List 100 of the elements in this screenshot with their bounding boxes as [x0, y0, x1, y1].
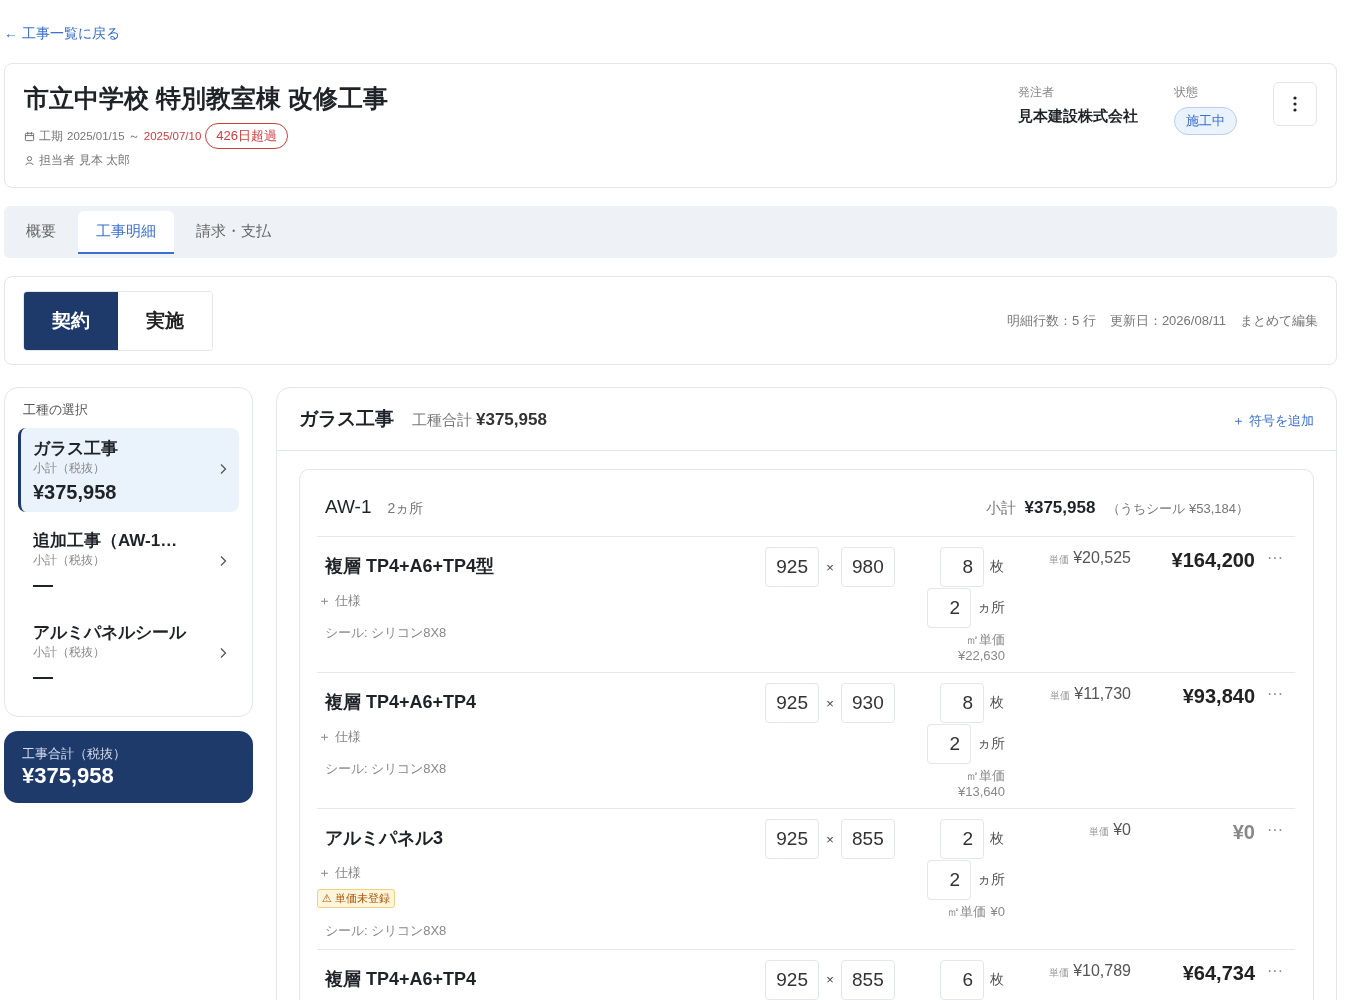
line-total: ¥64,734: [1181, 961, 1255, 985]
back-link[interactable]: ← 工事一覧に戻る: [4, 25, 120, 43]
item-name: 複層 TP4+A6+TP4: [325, 692, 477, 714]
places-input[interactable]: 2: [927, 860, 971, 901]
sqm-price-label: ㎡単価: [966, 768, 1005, 784]
status-badge: 施工中: [1174, 107, 1237, 135]
height-input[interactable]: 855: [840, 959, 895, 1000]
row-menu-button[interactable]: ···: [1255, 549, 1295, 567]
category-item[interactable]: アルミパネルシール 小計（税抜） —: [18, 612, 239, 696]
line-total: ¥0: [1231, 821, 1255, 845]
tab[interactable]: 請求・支払: [178, 210, 289, 254]
unit-price-label: 単価: [1089, 825, 1110, 840]
seal-spec: シール: シリコン8X8: [325, 623, 447, 642]
unit-price: ¥20,525: [1073, 549, 1131, 567]
subtotal-label: 小計（税抜）: [33, 644, 105, 661]
item-name: 複層 TP4+A6+TP4: [325, 968, 477, 991]
seal-spec: シール: シリコン8X8: [325, 921, 447, 940]
group-subtotal-label: 小計: [986, 499, 1017, 518]
mode-button[interactable]: 契約: [24, 291, 118, 350]
group-subtotal: ¥375,958: [1024, 498, 1096, 518]
add-spec-link[interactable]: ＋ 仕様: [318, 727, 361, 746]
chevron-right-icon: [219, 554, 227, 567]
period-start: 2025/01/15 ～: [67, 128, 140, 144]
count-unit: 枚: [990, 558, 1005, 576]
count-unit: 枚: [990, 830, 1005, 849]
times-sign: ×: [826, 559, 834, 575]
width-input[interactable]: 925: [765, 683, 820, 724]
times-sign: ×: [826, 972, 834, 988]
updated-date: 更新日：2026/08/11: [1109, 311, 1226, 330]
height-input[interactable]: 930: [840, 683, 895, 724]
tab[interactable]: 概要: [8, 210, 74, 254]
add-spec-link[interactable]: ＋ 仕様: [318, 863, 361, 882]
category-amount: ¥375,958: [33, 481, 118, 504]
item-name: アルミパネル3: [325, 828, 443, 850]
width-input[interactable]: 925: [765, 819, 820, 860]
project-title: 市立中学校 特別教室棟 改修工事: [24, 83, 388, 114]
height-input[interactable]: 855: [840, 819, 895, 860]
item-name: 複層 TP4+A6+TP4型: [325, 556, 495, 578]
status-label: 状態: [1174, 84, 1199, 101]
unit-price-label: 単価: [1050, 689, 1071, 704]
row-menu-button[interactable]: ···: [1255, 685, 1295, 704]
times-sign: ×: [826, 831, 834, 847]
row-count: 明細行数：5 行: [1007, 311, 1096, 330]
unit-price: ¥0: [1113, 821, 1131, 840]
subtotal-label: 小計（税抜）: [33, 552, 105, 569]
category-total-label: 工種合計: [412, 411, 472, 430]
count-input[interactable]: 8: [940, 547, 984, 587]
count-unit: 枚: [990, 694, 1005, 713]
tab[interactable]: 工事明細: [78, 210, 174, 254]
category-name: 追加工事（AW-1…: [33, 530, 179, 552]
seal-note: （うちシール ¥53,184）: [1107, 500, 1249, 518]
client-name: 見本建設株式会社: [1018, 107, 1138, 126]
sqm-price-label: ㎡単価: [966, 632, 1005, 648]
chevron-right-icon: [219, 462, 227, 475]
manager-name: 見本 太郎: [79, 153, 131, 168]
client-label: 発注者: [1018, 84, 1055, 101]
count-input[interactable]: 2: [940, 819, 984, 860]
more-menu-button[interactable]: [1273, 82, 1317, 126]
category-amount: —: [33, 573, 54, 596]
sqm-price-label: ㎡単価: [946, 904, 986, 920]
unit-price-label: 単価: [1049, 553, 1070, 567]
panel-title: ガラス工事: [299, 407, 394, 431]
places-input[interactable]: 2: [927, 724, 971, 765]
unit-price: ¥10,789: [1073, 961, 1131, 980]
count-input[interactable]: 8: [940, 683, 984, 724]
seal-spec: シール: シリコン8X8: [325, 759, 447, 778]
sqm-price: ¥13,640: [958, 783, 1005, 800]
category-name: ガラス工事: [33, 438, 119, 460]
category-amount: —: [33, 665, 54, 688]
count-unit: 枚: [990, 970, 1005, 989]
category-list-title: 工種の選択: [23, 402, 89, 419]
line-total: ¥93,840: [1181, 685, 1255, 709]
warning-badge: ⚠ 単価未登録: [317, 888, 395, 908]
line-total: ¥164,200: [1170, 549, 1255, 572]
places-unit: ヵ所: [977, 599, 1005, 617]
add-code-link[interactable]: ＋ 符号を追加: [1232, 412, 1314, 430]
count-input[interactable]: 6: [940, 959, 984, 1000]
sqm-price: ¥22,630: [958, 647, 1005, 664]
width-input[interactable]: 925: [765, 959, 820, 1000]
unit-price-label: 単価: [1049, 965, 1070, 980]
places-input[interactable]: 2: [927, 588, 971, 628]
menu-icon: [1293, 96, 1297, 112]
bulk-edit-link[interactable]: まとめて編集: [1240, 311, 1318, 330]
sqm-price: ¥0: [990, 904, 1005, 920]
unit-price: ¥11,730: [1074, 685, 1131, 704]
add-spec-link[interactable]: ＋ 仕様: [318, 591, 361, 610]
height-input[interactable]: 980: [840, 547, 895, 587]
row-menu-button[interactable]: ···: [1255, 961, 1295, 980]
calendar-icon: [24, 130, 35, 142]
category-name: アルミパネルシール: [33, 622, 188, 644]
total-amount: ¥375,958: [22, 763, 115, 789]
group-code: AW-1: [325, 496, 372, 518]
category-item[interactable]: ガラス工事 小計（税抜） ¥375,958: [18, 428, 239, 512]
row-menu-button[interactable]: ···: [1255, 821, 1295, 840]
category-item[interactable]: 追加工事（AW-1… 小計（税抜） —: [18, 520, 239, 604]
times-sign: ×: [826, 695, 834, 711]
category-total: ¥375,958: [476, 410, 547, 430]
width-input[interactable]: 925: [765, 547, 820, 587]
places-unit: ヵ所: [977, 735, 1005, 754]
group-places: 2ヵ所: [387, 500, 424, 518]
